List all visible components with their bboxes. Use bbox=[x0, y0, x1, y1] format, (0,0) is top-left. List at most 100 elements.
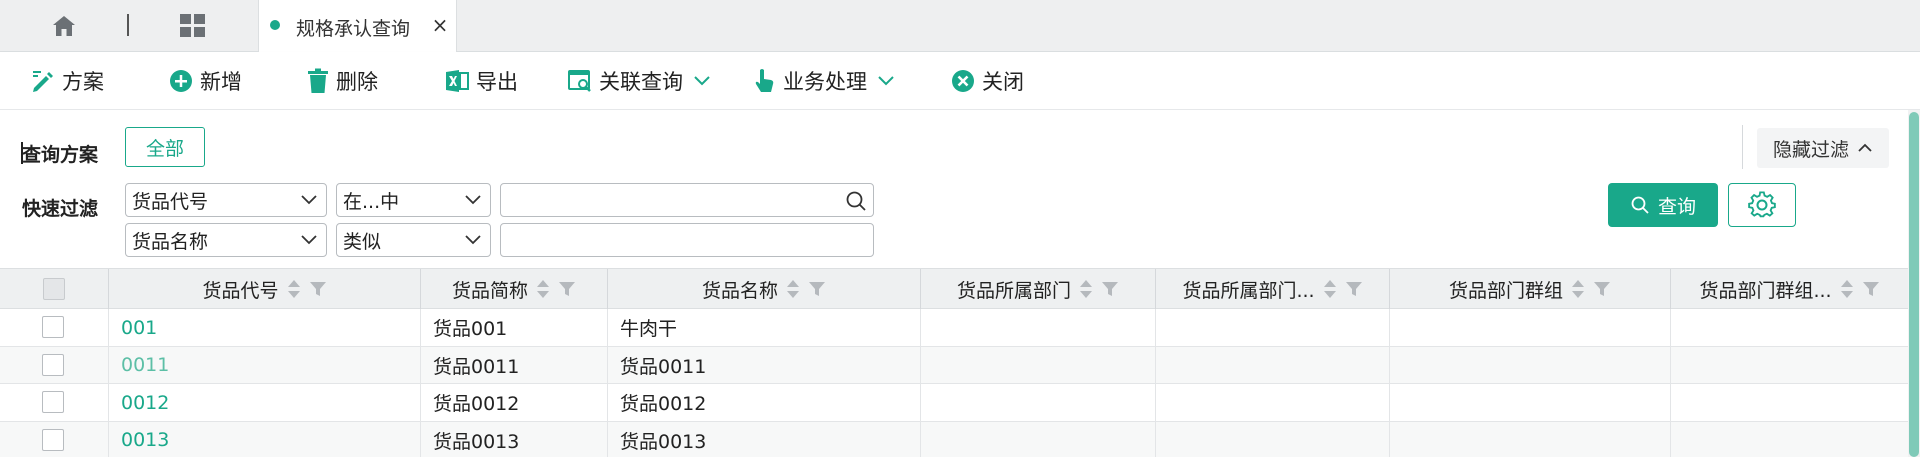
hide-filter-button[interactable]: 隐藏过滤 bbox=[1757, 128, 1889, 168]
cell-code[interactable]: 0012 bbox=[109, 384, 421, 421]
filter-funnel-icon[interactable] bbox=[1345, 280, 1363, 298]
column-header-label: 货品所属部门... bbox=[1182, 279, 1315, 302]
sort-icon[interactable] bbox=[1079, 278, 1093, 300]
filter-funnel-icon[interactable] bbox=[1101, 280, 1119, 298]
checkbox-cell bbox=[0, 421, 109, 457]
cell-dept-group bbox=[1390, 421, 1671, 457]
scheme-button-label: 方案 bbox=[62, 70, 104, 94]
business-process-label: 业务处理 bbox=[783, 70, 867, 94]
scheme-pencil-icon bbox=[33, 71, 53, 92]
filter-funnel-icon[interactable] bbox=[1593, 280, 1611, 298]
cell-dept bbox=[921, 346, 1156, 384]
linked-query-label: 关联查询 bbox=[599, 70, 683, 94]
scrollbar-thumb[interactable] bbox=[1909, 112, 1919, 457]
column-header-label: 货品部门群组... bbox=[1699, 279, 1832, 302]
filter-settings-button[interactable] bbox=[1728, 183, 1796, 227]
table-row[interactable]: 0013 货品0013 货品0013 bbox=[0, 421, 1908, 457]
filter-operator-select-2[interactable]: 类似 bbox=[336, 223, 491, 257]
chevron-down-icon bbox=[301, 195, 317, 205]
cell-name: 货品0011 bbox=[608, 346, 921, 384]
filter-field-select-2[interactable]: 货品名称 bbox=[125, 223, 327, 257]
sort-icon[interactable] bbox=[1840, 278, 1854, 300]
filter-value-input-2[interactable] bbox=[500, 223, 874, 257]
column-header[interactable]: 货品部门群组... bbox=[1671, 269, 1908, 309]
column-header-label: 货品名称 bbox=[701, 279, 778, 302]
chevron-down-icon bbox=[465, 235, 481, 245]
filter-funnel-icon[interactable] bbox=[808, 280, 826, 298]
chevron-down-icon bbox=[465, 195, 481, 205]
select-all-cell bbox=[0, 269, 109, 309]
sort-icon[interactable] bbox=[786, 278, 800, 300]
cell-name: 货品0013 bbox=[608, 421, 921, 457]
cell-dept-group bbox=[1390, 384, 1671, 421]
tab-bar: 规格承认查询 × bbox=[0, 0, 1920, 52]
checkbox-cell bbox=[0, 309, 109, 346]
cell-dept bbox=[921, 384, 1156, 421]
table-header: 货品代号 货品简称 货品名称 货品所属部门 货品所属部门... 货品部门群组 货… bbox=[0, 269, 1908, 309]
cell-code[interactable]: 001 bbox=[109, 309, 421, 346]
column-header[interactable]: 货品所属部门... bbox=[1156, 269, 1390, 309]
filter-operator-select-1[interactable]: 在...中 bbox=[336, 183, 491, 217]
filter-field-value: 货品名称 bbox=[132, 230, 209, 253]
query-scheme-label: 查询方案 bbox=[22, 144, 99, 166]
close-tab-icon[interactable]: × bbox=[429, 14, 451, 36]
plus-circle-icon bbox=[170, 70, 192, 92]
scheme-all-button[interactable]: 全部 bbox=[125, 127, 205, 167]
tab-spec-approval-query[interactable]: 规格承认查询 × bbox=[258, 0, 457, 52]
filter-funnel-icon[interactable] bbox=[558, 280, 576, 298]
close-button[interactable]: 关闭 bbox=[950, 64, 1024, 98]
filter-value-input-1[interactable] bbox=[500, 183, 874, 217]
chevron-down-icon bbox=[301, 235, 317, 245]
cell-name: 货品0012 bbox=[608, 384, 921, 421]
filter-operator-value: 类似 bbox=[343, 230, 382, 253]
column-header[interactable]: 货品简称 bbox=[421, 269, 608, 309]
column-header[interactable]: 货品代号 bbox=[109, 269, 421, 309]
filter-divider bbox=[1742, 125, 1743, 169]
cell-code[interactable]: 0013 bbox=[109, 421, 421, 457]
home-icon[interactable] bbox=[44, 11, 84, 41]
gear-icon bbox=[1748, 191, 1776, 218]
filter-field-value: 货品代号 bbox=[132, 190, 209, 213]
sort-icon[interactable] bbox=[536, 278, 550, 300]
export-button[interactable]: 导出 bbox=[444, 64, 518, 98]
cell-dept-2 bbox=[1156, 346, 1390, 384]
tab-label: 规格承认查询 bbox=[296, 18, 411, 40]
filter-funnel-icon[interactable] bbox=[309, 280, 327, 298]
linked-query-button[interactable]: 关联查询 bbox=[567, 64, 711, 98]
table-row[interactable]: 001 货品001 牛肉干 bbox=[0, 309, 1908, 347]
export-button-label: 导出 bbox=[476, 70, 518, 94]
filter-funnel-icon[interactable] bbox=[1862, 280, 1880, 298]
vertical-scrollbar[interactable] bbox=[1908, 110, 1920, 457]
filter-field-select-1[interactable]: 货品代号 bbox=[125, 183, 327, 217]
cell-dept-group-2 bbox=[1671, 422, 1908, 457]
scheme-button[interactable]: 方案 bbox=[30, 64, 104, 98]
column-header[interactable]: 货品所属部门 bbox=[921, 269, 1156, 309]
column-header[interactable]: 货品名称 bbox=[608, 269, 921, 309]
column-header-label: 货品部门群组 bbox=[1448, 279, 1563, 302]
search-icon[interactable] bbox=[845, 190, 867, 212]
column-header-label: 货品所属部门 bbox=[956, 279, 1071, 302]
query-button[interactable]: 查询 bbox=[1608, 183, 1718, 227]
hand-pointer-icon bbox=[755, 69, 774, 92]
cell-dept bbox=[921, 421, 1156, 457]
cell-short-name: 货品0013 bbox=[421, 421, 608, 457]
excel-export-icon bbox=[446, 70, 469, 92]
checkbox-cell bbox=[0, 346, 109, 384]
cell-dept bbox=[921, 309, 1156, 346]
hide-filter-label: 隐藏过滤 bbox=[1772, 138, 1849, 161]
linked-query-icon bbox=[568, 70, 591, 92]
select-all-checkbox[interactable] bbox=[43, 278, 65, 300]
grid-menu-icon[interactable] bbox=[175, 11, 211, 41]
cell-code[interactable]: 0011 bbox=[109, 346, 421, 384]
add-button[interactable]: 新增 bbox=[168, 64, 242, 98]
table-row[interactable]: 0012 货品0012 货品0012 bbox=[0, 384, 1908, 422]
delete-button[interactable]: 删除 bbox=[306, 64, 378, 98]
active-tab-dot bbox=[270, 20, 280, 30]
filter-panel: 查询方案 全部 隐藏过滤 快速过滤 货品代号 在...中 货品名称 类似 查询 bbox=[0, 110, 1908, 268]
table-row[interactable]: 0011 货品0011 货品0011 bbox=[0, 346, 1908, 384]
business-process-button[interactable]: 业务处理 bbox=[753, 64, 895, 98]
sort-icon[interactable] bbox=[1323, 278, 1337, 300]
column-header[interactable]: 货品部门群组 bbox=[1390, 269, 1671, 309]
sort-icon[interactable] bbox=[287, 278, 301, 300]
sort-icon[interactable] bbox=[1571, 278, 1585, 300]
